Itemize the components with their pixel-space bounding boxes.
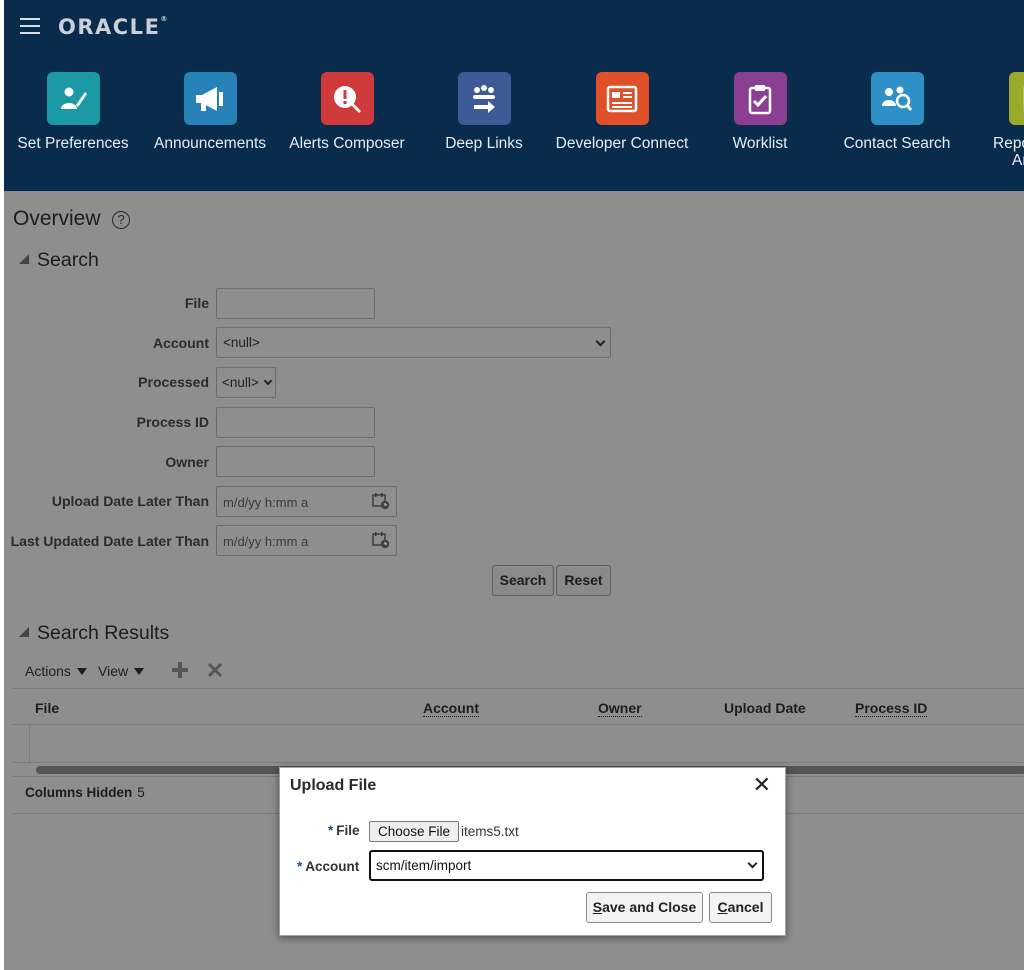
- app-label: Contact Search: [843, 135, 951, 152]
- app-worklist[interactable]: Worklist: [691, 72, 829, 152]
- actions-menu[interactable]: Actions: [25, 663, 87, 679]
- save-and-close-button[interactable]: Save and Close: [586, 892, 703, 923]
- results-table-header: File Account Owner Upload Date Process I…: [12, 688, 1024, 725]
- global-header: ORACLE® Set Preferences Announcements Al…: [4, 0, 1024, 191]
- column-process-id[interactable]: Process ID: [855, 700, 928, 717]
- app-alerts-composer[interactable]: Alerts Composer: [278, 72, 416, 152]
- app-reports-analytics[interactable]: RepoAna: [966, 72, 1024, 169]
- megaphone-icon: [183, 72, 237, 125]
- app-contact-search[interactable]: Contact Search: [828, 72, 966, 152]
- upload-file-dialog: Upload File ✕ * File Choose File items5.t…: [279, 767, 786, 936]
- selected-file-name: items5.txt: [461, 824, 519, 839]
- reports-icon: [1009, 72, 1024, 125]
- search-section-header[interactable]: Search: [19, 249, 99, 272]
- dialog-account-label: * Account: [297, 859, 360, 874]
- set-preferences-icon: [46, 72, 100, 125]
- calendar-icon[interactable]: [372, 531, 390, 549]
- columns-hidden-status: Columns Hidden 5: [25, 785, 145, 800]
- app-developer-connect[interactable]: Developer Connect: [553, 72, 691, 152]
- delete-icon[interactable]: [206, 661, 224, 679]
- developer-connect-icon: [595, 72, 649, 125]
- alert-wrench-icon: [320, 72, 374, 125]
- app-label: Announcements: [153, 135, 267, 152]
- dialog-account-select[interactable]: scm/item/import: [369, 850, 764, 881]
- cancel-button[interactable]: Cancel: [709, 892, 772, 923]
- chevron-down-icon: [595, 336, 606, 347]
- deep-links-icon: [457, 72, 511, 125]
- search-button[interactable]: Search: [492, 565, 554, 596]
- collapse-triangle-icon[interactable]: [19, 627, 29, 637]
- app-label: Deep Links: [445, 135, 523, 152]
- process-id-input[interactable]: [216, 407, 375, 438]
- hamburger-menu-icon[interactable]: [18, 16, 42, 36]
- collapse-triangle-icon[interactable]: [19, 254, 29, 264]
- app-label: Set Preferences: [17, 135, 129, 152]
- caret-down-icon: [134, 668, 145, 675]
- app-announcements[interactable]: Announcements: [141, 72, 279, 152]
- app-set-preferences[interactable]: Set Preferences: [4, 72, 142, 152]
- file-label: File: [184, 295, 209, 311]
- clipboard-check-icon: [733, 72, 787, 125]
- calendar-icon[interactable]: [372, 492, 390, 510]
- app-label: RepoAna: [993, 135, 1024, 169]
- required-icon: *: [328, 823, 334, 838]
- results-section-header[interactable]: Search Results: [19, 622, 169, 645]
- page-title: Overview: [13, 207, 101, 230]
- dialog-title: Upload File: [290, 777, 377, 794]
- choose-file-button[interactable]: Choose File: [369, 821, 460, 842]
- column-upload-date[interactable]: Upload Date: [724, 700, 806, 716]
- column-account[interactable]: Account: [423, 700, 479, 717]
- help-icon[interactable]: ?: [112, 211, 130, 229]
- close-icon[interactable]: ✕: [753, 774, 771, 796]
- reset-button[interactable]: Reset: [556, 565, 611, 596]
- processed-select[interactable]: <null>: [216, 367, 276, 398]
- upload-date-label: Upload Date Later Than: [51, 493, 209, 509]
- contact-search-icon: [870, 72, 924, 125]
- add-icon[interactable]: [171, 661, 189, 679]
- account-select[interactable]: <null>: [216, 327, 611, 358]
- table-row: [12, 725, 1024, 763]
- chevron-down-icon: [747, 858, 758, 869]
- required-icon: *: [297, 859, 303, 874]
- upload-date-input[interactable]: m/d/yy h:mm a: [216, 486, 397, 517]
- account-label: Account: [153, 335, 209, 351]
- dialog-file-label: * File: [328, 823, 360, 838]
- caret-down-icon: [76, 668, 87, 675]
- last-updated-input[interactable]: m/d/yy h:mm a: [216, 525, 397, 556]
- column-owner[interactable]: Owner: [598, 700, 642, 717]
- file-input[interactable]: [216, 288, 375, 319]
- row-selector[interactable]: [12, 725, 30, 763]
- owner-input[interactable]: [216, 446, 375, 477]
- app-label: Worklist: [732, 135, 788, 152]
- chevron-down-icon: [263, 376, 273, 386]
- view-menu[interactable]: View: [98, 663, 145, 679]
- app-label: Alerts Composer: [289, 135, 405, 152]
- process-id-label: Process ID: [136, 414, 209, 430]
- app-label: Developer Connect: [555, 135, 689, 152]
- oracle-logo[interactable]: ORACLE®: [58, 15, 167, 39]
- last-updated-label: Last Updated Date Later Than: [10, 533, 209, 549]
- owner-label: Owner: [165, 454, 209, 470]
- app-deep-links[interactable]: Deep Links: [415, 72, 553, 152]
- column-file[interactable]: File: [35, 700, 59, 716]
- processed-label: Processed: [138, 374, 209, 390]
